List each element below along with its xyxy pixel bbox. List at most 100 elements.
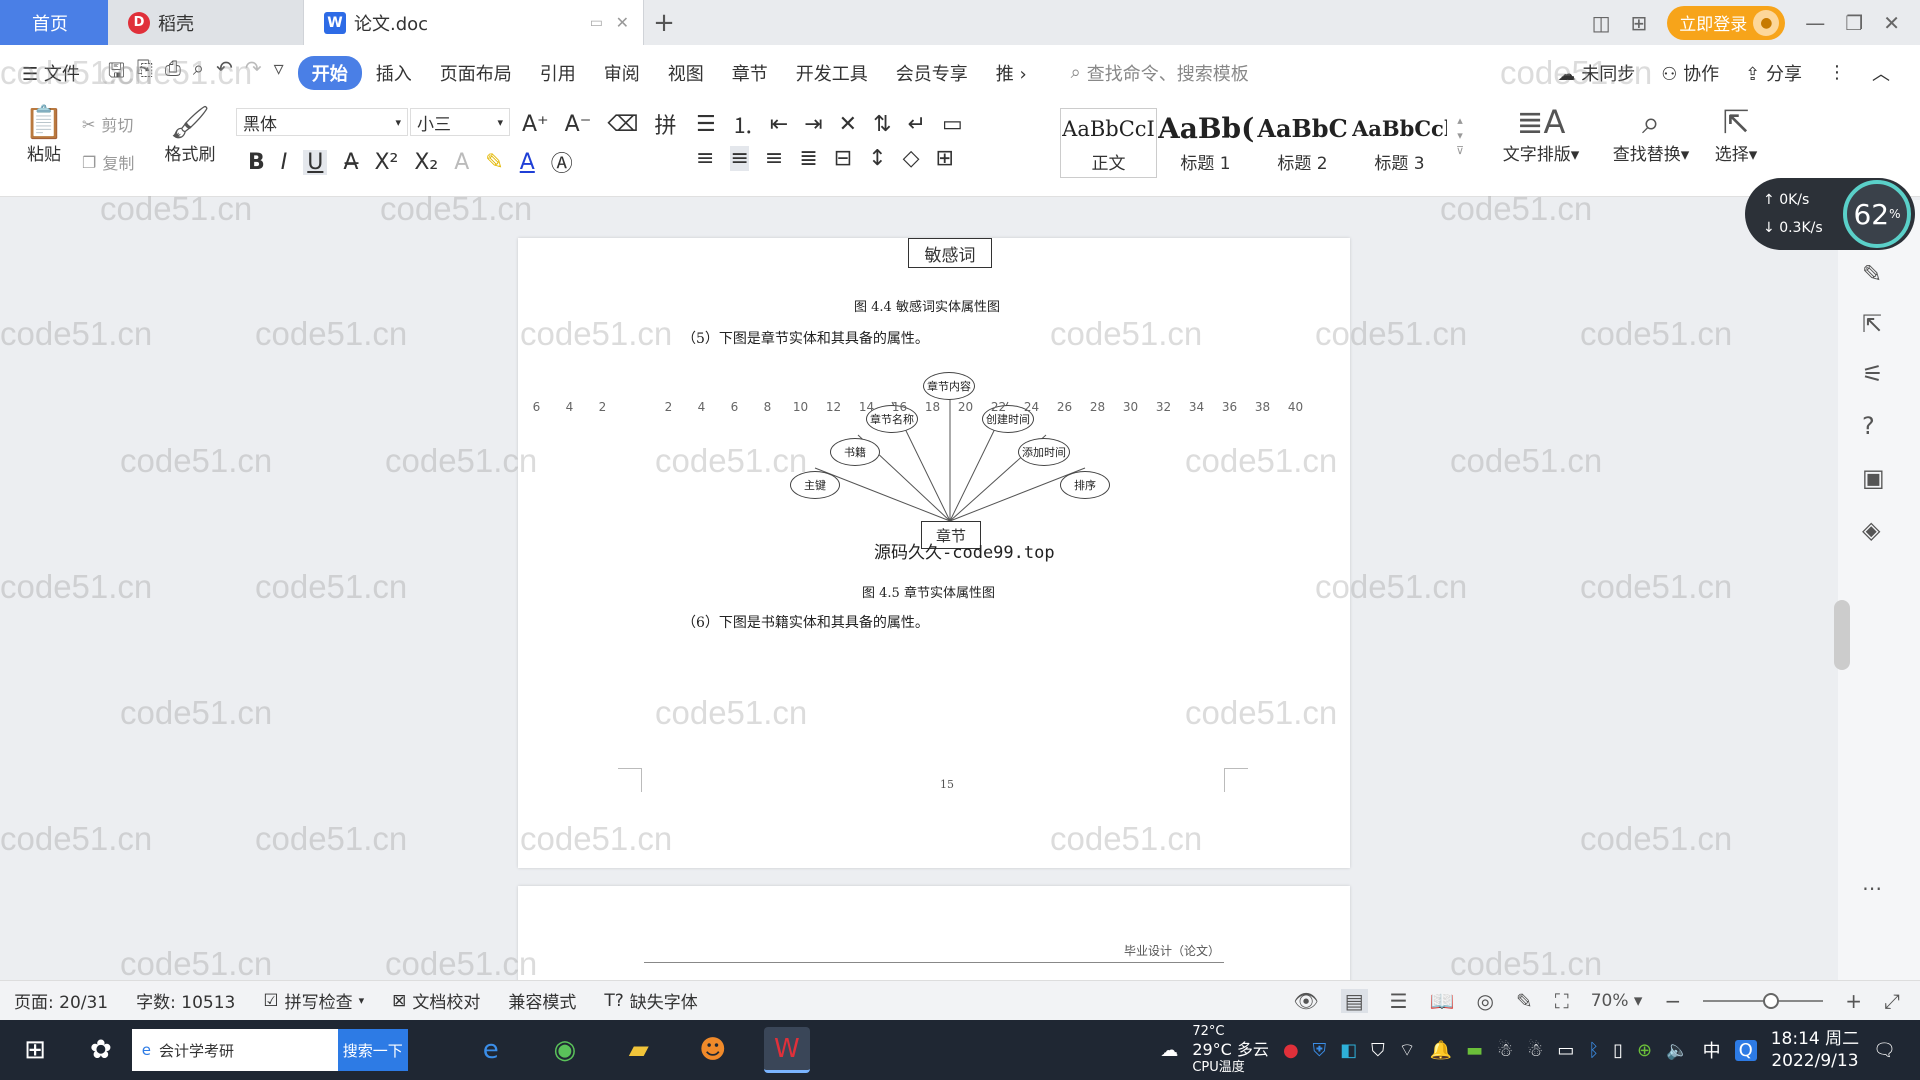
menu-insert[interactable]: 插入: [362, 60, 426, 86]
monitor-icon[interactable]: ▭: [590, 15, 603, 31]
align-center-icon[interactable]: ≡: [730, 146, 749, 171]
strikethrough-icon[interactable]: A̶: [343, 150, 358, 175]
usb-icon[interactable]: ▯: [1613, 1040, 1623, 1061]
compass-icon[interactable]: ◈: [1862, 516, 1880, 544]
menu-page-layout[interactable]: 页面布局: [426, 60, 526, 86]
save-icon[interactable]: 🖫: [108, 56, 125, 90]
text-layout-button[interactable]: ≣A 文字排版▾: [1496, 104, 1586, 165]
restore-icon[interactable]: ❐: [1845, 11, 1863, 35]
document-page[interactable]: 敏感词 图 4.4 敏感词实体属性图 （5）下图是章节实体和其具备的属性。 章节…: [518, 238, 1350, 868]
bluetooth-icon[interactable]: ᛒ: [1588, 1040, 1599, 1061]
wps-app-icon[interactable]: W: [763, 1027, 810, 1073]
menu-more[interactable]: 推 ›: [982, 60, 1041, 86]
taskbar-search-button[interactable]: 搜索一下: [337, 1029, 408, 1071]
close-window-icon[interactable]: ✕: [1883, 11, 1900, 35]
zoom-in-icon[interactable]: +: [1845, 989, 1862, 1013]
char-border-icon[interactable]: Ⓐ: [551, 146, 573, 178]
tab-document[interactable]: W 论文.doc ▭ ✕: [304, 0, 644, 45]
game-app-icon[interactable]: ☻: [690, 1027, 736, 1073]
tray-q-icon[interactable]: Q: [1734, 1039, 1757, 1061]
style-heading-3[interactable]: AaBbCcl 标题 3: [1351, 108, 1448, 178]
bullet-list-icon[interactable]: ☰: [696, 112, 716, 137]
menu-member[interactable]: 会员专享: [882, 60, 982, 86]
subscript-icon[interactable]: X₂: [414, 150, 438, 175]
copy-button[interactable]: ❐ 复制: [82, 150, 134, 174]
volume-icon[interactable]: 🔈: [1666, 1040, 1688, 1061]
page-indicator[interactable]: 页面: 20/31: [0, 988, 122, 1013]
login-button[interactable]: 立即登录 ●: [1667, 5, 1786, 40]
fit-page-icon[interactable]: ⛶: [1555, 989, 1569, 1013]
tray-qq2-icon[interactable]: ☃: [1527, 1040, 1543, 1061]
tab-home[interactable]: 首页: [0, 0, 108, 45]
tray-app-icon[interactable]: ●: [1283, 1040, 1299, 1061]
redo-icon[interactable]: ↷: [245, 56, 262, 90]
font-name-select[interactable]: 黑体 ▾: [236, 108, 408, 136]
justify-icon[interactable]: ≣: [799, 146, 817, 171]
customize-icon[interactable]: ▿: [274, 56, 284, 90]
find-replace-button[interactable]: ⌕ 查找替换▾: [1606, 104, 1696, 165]
cortana-icon[interactable]: ✿: [90, 1035, 112, 1065]
network-speed-widget[interactable]: ↑ 0K/s ↓ 0.3K/s 62%: [1745, 178, 1915, 250]
zoom-out-icon[interactable]: −: [1664, 989, 1681, 1013]
windows-start-icon[interactable]: ⊞: [0, 1035, 70, 1065]
font-size-select[interactable]: 小三 ▾: [410, 108, 510, 136]
more-icon[interactable]: ⋯: [1862, 876, 1882, 900]
action-center-icon[interactable]: 🗨: [1873, 1040, 1896, 1061]
word-count[interactable]: 字数: 10513: [122, 988, 249, 1013]
menu-review[interactable]: 审阅: [590, 60, 654, 86]
doc-proofread[interactable]: ⊠ 文档校对: [378, 988, 494, 1014]
command-search[interactable]: ⌕ 查找命令、搜索模板: [1071, 60, 1249, 86]
outline-view-icon[interactable]: ☰: [1390, 989, 1408, 1013]
menu-section[interactable]: 章节: [718, 60, 782, 86]
superscript-icon[interactable]: X²: [374, 150, 398, 175]
web-view-icon[interactable]: ◎: [1477, 989, 1494, 1013]
menu-view[interactable]: 视图: [654, 60, 718, 86]
page-view-icon[interactable]: ▤: [1340, 988, 1368, 1013]
pointer-icon[interactable]: ⇱: [1862, 310, 1882, 338]
bold-icon[interactable]: B: [248, 150, 265, 175]
align-right-icon[interactable]: ≡: [765, 146, 783, 171]
share-button[interactable]: ⇪ 分享: [1745, 60, 1802, 86]
style-heading-2[interactable]: AaBbC 标题 2: [1254, 108, 1351, 178]
collapse-ribbon-icon[interactable]: ︿: [1872, 60, 1890, 86]
tab-daoke[interactable]: D 稻壳: [108, 0, 304, 45]
tray-device-icon[interactable]: ▭: [1557, 1040, 1574, 1061]
file-explorer-icon[interactable]: ▰: [616, 1027, 662, 1073]
ie-browser-icon[interactable]: e: [468, 1027, 514, 1073]
layout-icon[interactable]: ◫: [1592, 11, 1611, 35]
clear-format-icon[interactable]: ⌫: [607, 112, 638, 137]
paste-button[interactable]: 📋 粘贴: [16, 104, 72, 165]
browser-360-icon[interactable]: ◉: [542, 1027, 588, 1073]
borders-icon[interactable]: ⊞: [936, 146, 954, 171]
ime-indicator[interactable]: 中: [1703, 1037, 1721, 1063]
numbered-list-icon[interactable]: ⒈: [732, 108, 754, 140]
tray-plus-icon[interactable]: ⊕: [1637, 1040, 1652, 1061]
shading-icon[interactable]: ◇: [903, 146, 920, 171]
distributed-icon[interactable]: ⊟: [834, 146, 852, 171]
shrink-font-icon[interactable]: A⁻: [565, 112, 592, 137]
menu-developer[interactable]: 开发工具: [782, 60, 882, 86]
text-effect-icon[interactable]: A: [454, 150, 469, 175]
tray-qq-icon[interactable]: ☃: [1497, 1040, 1513, 1061]
sync-button[interactable]: ☁ 未同步: [1558, 60, 1636, 86]
grow-font-icon[interactable]: A⁺: [522, 112, 549, 137]
line-spacing-icon[interactable]: ↕: [868, 146, 886, 171]
vertical-scrollbar-thumb[interactable]: [1834, 600, 1850, 670]
grid-icon[interactable]: ⊞: [1631, 11, 1648, 35]
tray-gpu-icon[interactable]: ▬: [1466, 1040, 1483, 1061]
tray-chat-icon[interactable]: ◧: [1340, 1040, 1357, 1061]
style-scroll[interactable]: ▴ ▾ ⊽: [1456, 114, 1464, 157]
wifi-icon[interactable]: ⌔: [1399, 1039, 1416, 1062]
next-page[interactable]: 毕业设计（论文）: [518, 886, 1350, 980]
new-tab-button[interactable]: +: [644, 0, 684, 45]
style-heading-1[interactable]: AaBb(标题 1: [1157, 108, 1254, 178]
tray-shield-icon[interactable]: ⛉: [1371, 1040, 1385, 1061]
export-icon[interactable]: ⎘: [137, 56, 153, 90]
horizontal-ruler[interactable]: 6 4 2 2 4 6 8 10 12 14 16 18 20 22 24 26…: [520, 400, 1320, 422]
zoom-select[interactable]: 70% ▾: [1591, 991, 1643, 1011]
highlight-icon[interactable]: ✎: [485, 150, 503, 175]
close-tab-icon[interactable]: ✕: [616, 13, 629, 32]
write-view-icon[interactable]: ✎: [1516, 989, 1533, 1013]
print-preview-icon[interactable]: ⌕: [193, 56, 204, 90]
phonetic-icon[interactable]: 拼: [654, 108, 676, 140]
